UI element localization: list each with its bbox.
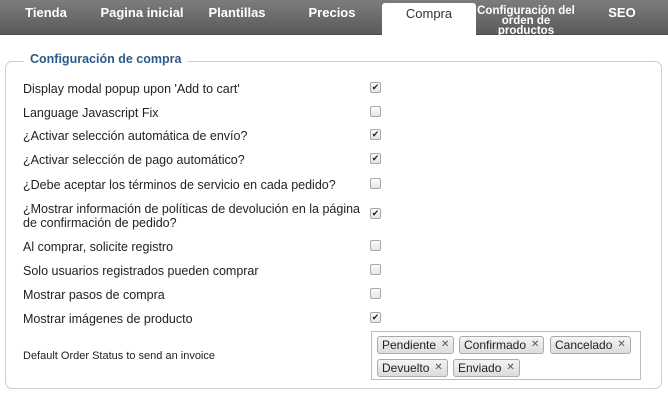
tab-bar: Tienda Pagina inicial Plantillas Precios… — [0, 0, 668, 37]
checkbox-registered-only[interactable] — [370, 264, 381, 275]
tab-seo[interactable]: SEO — [576, 0, 668, 34]
setting-label-registered-only: Solo usuarios registrados pueden comprar — [23, 264, 259, 278]
setting-label-return-policy: ¿Mostrar información de políticas de dev… — [23, 202, 360, 230]
tag-label: Devuelto — [382, 361, 430, 375]
checkbox-return-policy[interactable]: ✔ — [370, 208, 381, 219]
remove-tag-icon[interactable]: ✕ — [506, 360, 514, 376]
setting-label-show-images: Mostrar imágenes de producto — [23, 312, 193, 326]
invoice-status-multiselect[interactable]: Pendiente ✕ Confirmado ✕ Cancelado ✕ Dev… — [371, 331, 641, 380]
remove-tag-icon[interactable]: ✕ — [434, 360, 442, 376]
checkbox-auto-shipping[interactable]: ✔ — [370, 129, 381, 140]
remove-tag-icon[interactable]: ✕ — [441, 337, 449, 353]
checkbox-show-images[interactable]: ✔ — [370, 312, 381, 323]
section-legend: Configuración de compra — [24, 52, 188, 66]
tag-confirmado: Confirmado ✕ — [459, 336, 545, 354]
remove-tag-icon[interactable]: ✕ — [617, 337, 625, 353]
invoice-status-label: Default Order Status to send an invoice — [23, 350, 215, 362]
tab-label: Precios — [308, 5, 356, 20]
tab-tienda[interactable]: Tienda — [0, 0, 92, 34]
setting-label-modal-popup: Display modal popup upon 'Add to cart' — [23, 82, 240, 96]
tab-label: Plantillas — [208, 5, 266, 20]
setting-label-auto-payment: ¿Activar selección de pago automático? — [23, 153, 245, 167]
tag-pendiente: Pendiente ✕ — [377, 336, 455, 354]
tag-label: Enviado — [458, 361, 502, 375]
setting-label-accept-tos: ¿Debe aceptar los términos de servicio e… — [23, 178, 336, 192]
setting-label-show-steps: Mostrar pasos de compra — [23, 288, 165, 302]
tab-label: Configuración del orden de productos — [477, 5, 575, 37]
tab-label: Compra — [405, 6, 453, 21]
tab-plantillas[interactable]: Plantillas — [192, 0, 282, 34]
tag-label: Cancelado — [555, 338, 613, 352]
tab-compra[interactable]: Compra — [382, 3, 476, 35]
tab-label: Tienda — [25, 5, 67, 20]
checkbox-require-registration[interactable] — [370, 240, 381, 251]
tag-devuelto: Devuelto ✕ — [377, 359, 448, 377]
checkbox-show-steps[interactable] — [370, 288, 381, 299]
tab-configuracion-orden-productos[interactable]: Configuración del orden de productos — [476, 0, 576, 37]
checkbox-modal-popup[interactable]: ✔ — [370, 82, 381, 93]
tag-cancelado: Cancelado ✕ — [550, 336, 631, 354]
tab-label: SEO — [608, 5, 636, 20]
setting-label-require-registration: Al comprar, solicite registro — [23, 240, 174, 254]
setting-label-language-js-fix: Language Javascript Fix — [23, 106, 159, 120]
checkbox-language-js-fix[interactable] — [370, 106, 381, 117]
tag-label: Pendiente — [382, 338, 437, 352]
tag-enviado: Enviado ✕ — [453, 359, 520, 377]
tag-label: Confirmado — [464, 338, 527, 352]
tab-precios[interactable]: Precios — [282, 0, 382, 34]
checkbox-auto-payment[interactable]: ✔ — [370, 153, 381, 164]
checkbox-accept-tos[interactable] — [370, 178, 381, 189]
shop-config-page: Tienda Pagina inicial Plantillas Precios… — [0, 0, 668, 416]
remove-tag-icon[interactable]: ✕ — [531, 337, 539, 353]
setting-label-auto-shipping: ¿Activar selección automática de envío? — [23, 129, 248, 143]
tab-label: Pagina inicial — [100, 5, 184, 20]
tab-pagina-inicial[interactable]: Pagina inicial — [92, 0, 192, 34]
